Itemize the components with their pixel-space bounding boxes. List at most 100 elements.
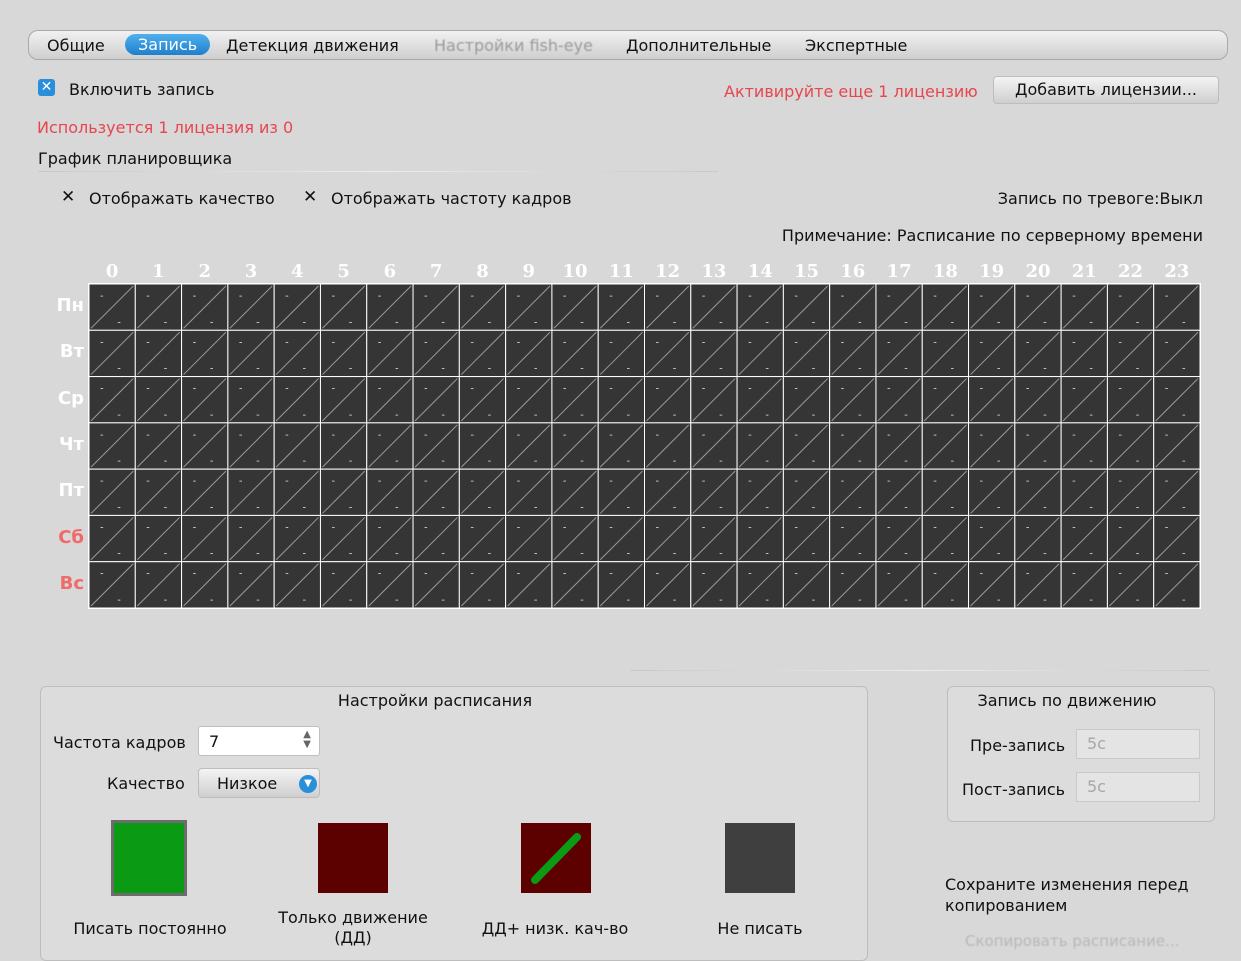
schedule-cell[interactable]: -- bbox=[1153, 561, 1200, 608]
schedule-cell[interactable]: -- bbox=[829, 284, 877, 331]
schedule-cell[interactable]: -- bbox=[1106, 514, 1155, 563]
schedule-cell[interactable]: -- bbox=[366, 422, 414, 470]
day-label[interactable]: Пн bbox=[42, 295, 84, 316]
schedule-cell[interactable]: -- bbox=[644, 468, 692, 516]
schedule-cell[interactable]: -- bbox=[505, 376, 553, 424]
schedule-cell[interactable]: -- bbox=[1106, 422, 1155, 470]
schedule-cell[interactable]: -- bbox=[829, 376, 877, 424]
schedule-cell[interactable]: -- bbox=[134, 376, 183, 424]
schedule-cell[interactable]: -- bbox=[782, 468, 831, 516]
schedule-cell[interactable]: -- bbox=[968, 284, 1016, 331]
enable-recording-checkbox[interactable]: ✕ bbox=[38, 79, 55, 96]
schedule-cell[interactable]: -- bbox=[875, 284, 923, 331]
post-record-field[interactable]: 5с bbox=[1076, 772, 1200, 802]
schedule-cell[interactable]: -- bbox=[644, 376, 692, 424]
schedule-cell[interactable]: -- bbox=[458, 284, 507, 331]
schedule-cell[interactable]: -- bbox=[134, 422, 183, 470]
hour-label[interactable]: 1 bbox=[135, 261, 181, 282]
schedule-cell[interactable]: -- bbox=[782, 329, 831, 378]
show-fps-checkbox[interactable]: ✕ bbox=[303, 187, 317, 207]
schedule-cell[interactable]: -- bbox=[1060, 468, 1108, 516]
schedule-cell[interactable]: -- bbox=[181, 284, 229, 331]
schedule-cell[interactable]: -- bbox=[273, 514, 321, 563]
hour-label[interactable]: 9 bbox=[506, 261, 552, 282]
schedule-cell[interactable]: -- bbox=[644, 561, 692, 608]
schedule-cell[interactable]: -- bbox=[273, 468, 321, 516]
schedule-cell[interactable]: -- bbox=[875, 376, 923, 424]
schedule-cell[interactable]: -- bbox=[227, 329, 275, 378]
schedule-cell[interactable]: -- bbox=[597, 422, 646, 470]
hour-label[interactable]: 19 bbox=[969, 261, 1015, 282]
schedule-cell[interactable]: -- bbox=[273, 329, 321, 378]
schedule-cell[interactable]: -- bbox=[319, 561, 368, 608]
schedule-cell[interactable]: -- bbox=[134, 284, 183, 331]
schedule-cell[interactable]: -- bbox=[551, 561, 599, 608]
schedule-cell[interactable]: -- bbox=[505, 284, 553, 331]
schedule-cell[interactable]: -- bbox=[1014, 561, 1062, 608]
day-label[interactable]: Чт bbox=[42, 434, 84, 455]
schedule-cell[interactable]: -- bbox=[551, 376, 599, 424]
schedule-cell[interactable]: -- bbox=[319, 514, 368, 563]
hour-label[interactable]: 3 bbox=[228, 261, 274, 282]
schedule-cell[interactable]: -- bbox=[134, 329, 183, 378]
schedule-cell[interactable]: -- bbox=[227, 422, 275, 470]
schedule-cell[interactable]: -- bbox=[736, 422, 784, 470]
schedule-cell[interactable]: -- bbox=[597, 468, 646, 516]
schedule-cell[interactable]: -- bbox=[412, 329, 460, 378]
schedule-cell[interactable]: -- bbox=[319, 329, 368, 378]
schedule-cell[interactable]: -- bbox=[1060, 561, 1108, 608]
schedule-cell[interactable]: -- bbox=[227, 514, 275, 563]
schedule-cell[interactable]: -- bbox=[644, 284, 692, 331]
schedule-cell[interactable]: -- bbox=[597, 514, 646, 563]
schedule-cell[interactable]: -- bbox=[89, 422, 136, 470]
tab-expert[interactable]: Экспертные bbox=[805, 36, 907, 55]
schedule-cell[interactable]: -- bbox=[181, 561, 229, 608]
schedule-cell[interactable]: -- bbox=[366, 514, 414, 563]
day-label[interactable]: Вс bbox=[42, 573, 84, 594]
schedule-cell[interactable]: -- bbox=[505, 468, 553, 516]
schedule-cell[interactable]: -- bbox=[227, 284, 275, 331]
schedule-cell[interactable]: -- bbox=[921, 422, 970, 470]
schedule-cell[interactable]: -- bbox=[181, 329, 229, 378]
hour-label[interactable]: 21 bbox=[1061, 261, 1107, 282]
schedule-cell[interactable]: -- bbox=[412, 376, 460, 424]
schedule-cell[interactable]: -- bbox=[412, 514, 460, 563]
schedule-cell[interactable]: -- bbox=[921, 376, 970, 424]
schedule-cell[interactable]: -- bbox=[227, 468, 275, 516]
schedule-cell[interactable]: -- bbox=[458, 468, 507, 516]
schedule-grid[interactable]: ----------------------------------------… bbox=[88, 283, 1201, 609]
schedule-cell[interactable]: -- bbox=[273, 376, 321, 424]
hour-label[interactable]: 17 bbox=[876, 261, 922, 282]
schedule-cell[interactable]: -- bbox=[736, 514, 784, 563]
schedule-cell[interactable]: -- bbox=[690, 468, 738, 516]
schedule-cell[interactable]: -- bbox=[690, 422, 738, 470]
schedule-cell[interactable]: -- bbox=[181, 376, 229, 424]
schedule-cell[interactable]: -- bbox=[1060, 329, 1108, 378]
hour-label[interactable]: 10 bbox=[552, 261, 598, 282]
hour-label[interactable]: 8 bbox=[459, 261, 505, 282]
spin-arrows-icon[interactable]: ▲ ▼ bbox=[303, 730, 311, 750]
schedule-cell[interactable]: -- bbox=[1153, 422, 1200, 470]
schedule-cell[interactable]: -- bbox=[273, 561, 321, 608]
schedule-cell[interactable]: -- bbox=[1014, 422, 1062, 470]
schedule-cell[interactable]: -- bbox=[829, 514, 877, 563]
mode-always-swatch[interactable] bbox=[111, 820, 187, 896]
schedule-cell[interactable]: -- bbox=[1153, 468, 1200, 516]
schedule-cell[interactable]: -- bbox=[921, 561, 970, 608]
schedule-cell[interactable]: -- bbox=[1014, 284, 1062, 331]
schedule-cell[interactable]: -- bbox=[921, 329, 970, 378]
mode-none-swatch[interactable] bbox=[725, 823, 795, 893]
schedule-cell[interactable]: -- bbox=[921, 514, 970, 563]
schedule-cell[interactable]: -- bbox=[505, 422, 553, 470]
schedule-cell[interactable]: -- bbox=[366, 561, 414, 608]
fps-spinbox[interactable]: 7 ▲ ▼ bbox=[198, 726, 320, 756]
hour-label[interactable]: 13 bbox=[691, 261, 737, 282]
day-label[interactable]: Ср bbox=[42, 388, 84, 409]
hour-label[interactable]: 5 bbox=[320, 261, 366, 282]
schedule-cell[interactable]: -- bbox=[736, 284, 784, 331]
schedule-cell[interactable]: -- bbox=[551, 284, 599, 331]
schedule-cell[interactable]: -- bbox=[968, 422, 1016, 470]
schedule-cell[interactable]: -- bbox=[412, 422, 460, 470]
schedule-cell[interactable]: -- bbox=[227, 376, 275, 424]
schedule-cell[interactable]: -- bbox=[736, 329, 784, 378]
